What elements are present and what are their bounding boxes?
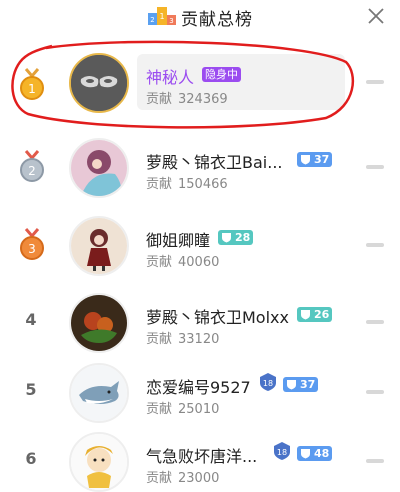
contribution-label: 贡献 (146, 332, 173, 347)
podium-icon: 1 2 3 (148, 7, 176, 25)
level-badge: 37 (283, 377, 319, 392)
rank-number: 4 (25, 310, 37, 329)
level-value: 37 (314, 153, 330, 166)
page-title: 贡献总榜 (181, 10, 253, 30)
red-annotation-circle (11, 40, 355, 129)
drag-handle[interactable] (366, 459, 384, 463)
level-value: 37 (300, 378, 316, 391)
contribution: 贡献 25010 (146, 398, 219, 417)
level-badge: 37 (297, 152, 333, 167)
svg-text:1: 1 (159, 12, 164, 21)
anime-avatar-icon (71, 140, 127, 196)
svg-text:3: 3 (169, 17, 173, 25)
shark-avatar-icon (71, 365, 127, 421)
shield-icon (287, 380, 296, 390)
vip-shield-icon: 18 (260, 373, 276, 391)
drag-handle[interactable] (366, 80, 384, 84)
shield-icon (301, 310, 310, 320)
contribution-value: 40060 (178, 255, 220, 270)
food-avatar-icon (71, 295, 127, 351)
avatar-user-3[interactable] (69, 216, 129, 276)
shield-icon (301, 449, 310, 459)
user-name[interactable]: 御姐卿瞳 (146, 227, 210, 251)
svg-text:2: 2 (150, 16, 154, 24)
avatar-user-4[interactable] (69, 293, 129, 353)
rank-number: 5 (25, 380, 37, 399)
level-value: 48 (314, 447, 330, 460)
user-name[interactable]: 萝殿丶锦衣卫Bai... (146, 149, 283, 173)
level-value: 26 (314, 308, 330, 321)
level-badge: 28 (218, 230, 254, 245)
drag-handle[interactable] (366, 320, 384, 324)
drag-handle[interactable] (366, 165, 384, 169)
avatar-user-6[interactable] (69, 432, 129, 492)
user-name[interactable]: 萝殿丶锦衣卫Molxx (146, 304, 289, 328)
user-name[interactable]: 恋爱编号9527 (146, 374, 251, 398)
rank-3-text: 3 (28, 242, 36, 256)
contribution-label: 贡献 (146, 471, 173, 486)
contribution-value: 150466 (178, 177, 228, 192)
contribution: 贡献 23000 (146, 467, 219, 486)
contribution: 贡献 40060 (146, 251, 219, 270)
avatar-user-5[interactable] (69, 363, 129, 423)
level-value: 28 (235, 231, 251, 244)
contribution-value: 23000 (178, 471, 220, 486)
cartoon-avatar-icon (71, 434, 127, 490)
vip-shield-icon: 18 (274, 442, 290, 460)
contribution-label: 贡献 (146, 402, 173, 417)
level-badge: 48 (297, 446, 333, 461)
header: 1 2 3 贡献总榜 (0, 0, 400, 34)
svg-text:18: 18 (277, 448, 287, 457)
contribution-value: 33120 (178, 332, 220, 347)
chibi-avatar-icon (71, 218, 127, 274)
contribution: 贡献 150466 (146, 173, 228, 192)
bronze-medal-icon: 3 (20, 228, 44, 260)
user-name[interactable]: 气急败坏唐洋... (146, 443, 257, 467)
contribution-label: 贡献 (146, 255, 173, 270)
shield-icon (301, 155, 310, 165)
drag-handle[interactable] (366, 390, 384, 394)
contribution-label: 贡献 (146, 177, 173, 192)
svg-text:18: 18 (263, 379, 273, 388)
avatar-user-2[interactable] (69, 138, 129, 198)
contribution-value: 25010 (178, 402, 220, 417)
silver-medal-icon: 2 (20, 150, 44, 182)
level-badge: 26 (297, 307, 333, 322)
rank-2-text: 2 (28, 164, 36, 178)
shield-icon (222, 233, 231, 243)
close-icon[interactable] (364, 4, 388, 28)
rank-number: 6 (25, 449, 37, 468)
contribution: 贡献 33120 (146, 328, 219, 347)
drag-handle[interactable] (366, 243, 384, 247)
